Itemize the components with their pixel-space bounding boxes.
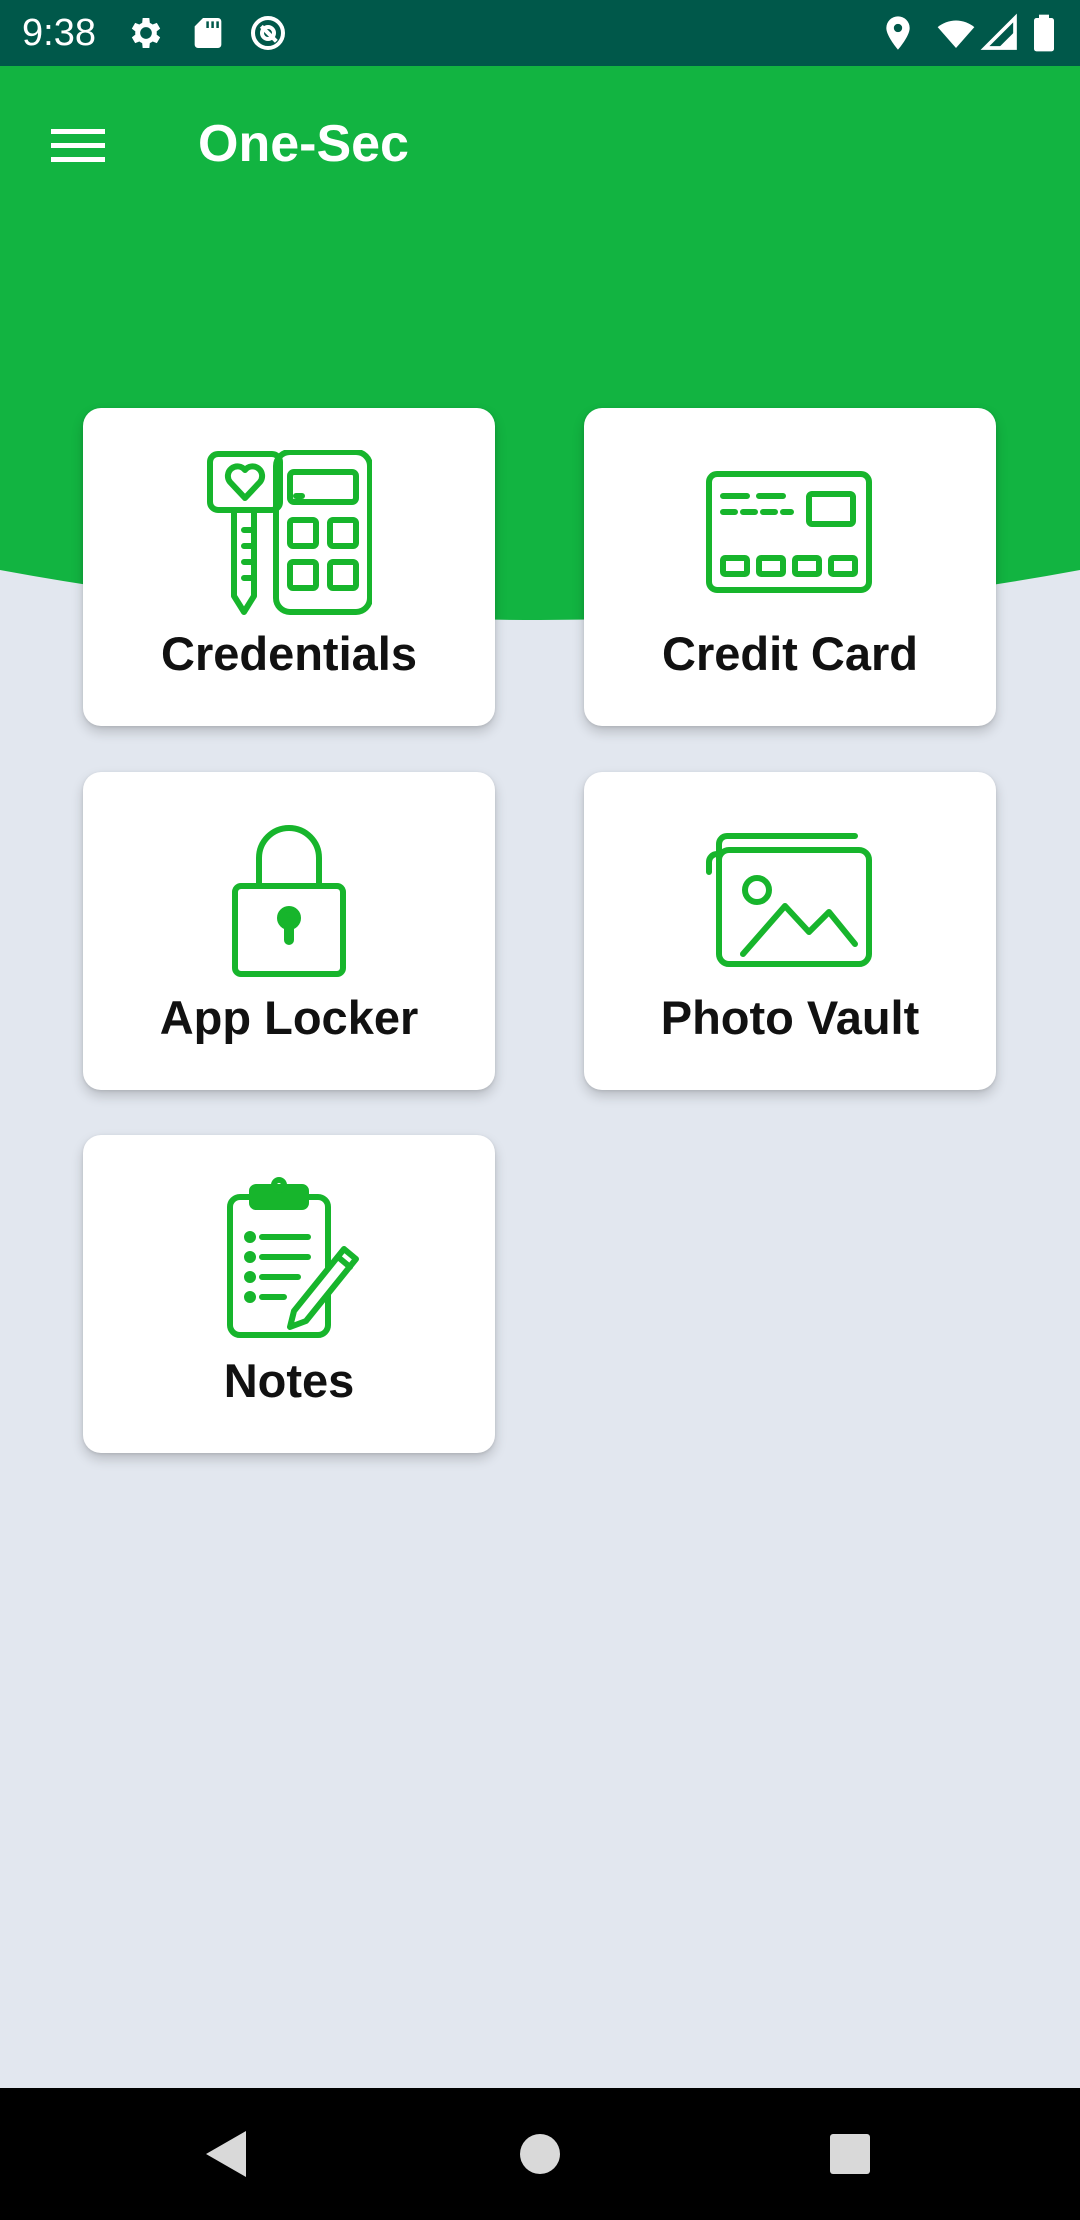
clipboard-notes-icon: [83, 1177, 495, 1343]
hamburger-menu-icon[interactable]: [28, 100, 128, 190]
home-screen: 9:38 One-Sec Credentials Credit Card App…: [0, 0, 1080, 2220]
tile-label-photo-vault: Photo Vault: [660, 991, 920, 1044]
app-title: One-Sec: [198, 115, 409, 173]
location-pin-icon: [878, 13, 918, 53]
status-time: 9:38: [22, 12, 96, 54]
tile-credit-card[interactable]: Credit Card: [584, 408, 996, 726]
at-sign-icon: [248, 13, 288, 53]
gear-icon: [126, 13, 166, 53]
status-bar: 9:38: [0, 0, 1080, 66]
key-keypad-icon: [83, 450, 495, 616]
recents-square-icon[interactable]: [810, 2114, 890, 2194]
credit-card-icon: [584, 450, 996, 616]
tile-app-locker[interactable]: App Locker: [83, 772, 495, 1090]
tile-label-notes: Notes: [223, 1354, 355, 1407]
back-triangle-icon[interactable]: [186, 2114, 266, 2194]
tile-label-credentials: Credentials: [161, 627, 417, 680]
tile-photo-vault[interactable]: Photo Vault: [584, 772, 996, 1090]
tile-label-credit-card: Credit Card: [662, 627, 918, 680]
tile-notes[interactable]: Notes: [83, 1135, 495, 1453]
padlock-icon: [83, 814, 495, 980]
home-circle-icon[interactable]: [500, 2114, 580, 2194]
cell-signal-icon: [980, 13, 1020, 53]
battery-icon: [1028, 13, 1060, 53]
system-nav-bar: [0, 2088, 1080, 2220]
wifi-icon: [936, 13, 976, 53]
photo-gallery-icon: [584, 814, 996, 980]
sd-card-icon: [188, 13, 228, 53]
tile-label-app-locker: App Locker: [159, 991, 419, 1044]
tile-credentials[interactable]: Credentials: [83, 408, 495, 726]
